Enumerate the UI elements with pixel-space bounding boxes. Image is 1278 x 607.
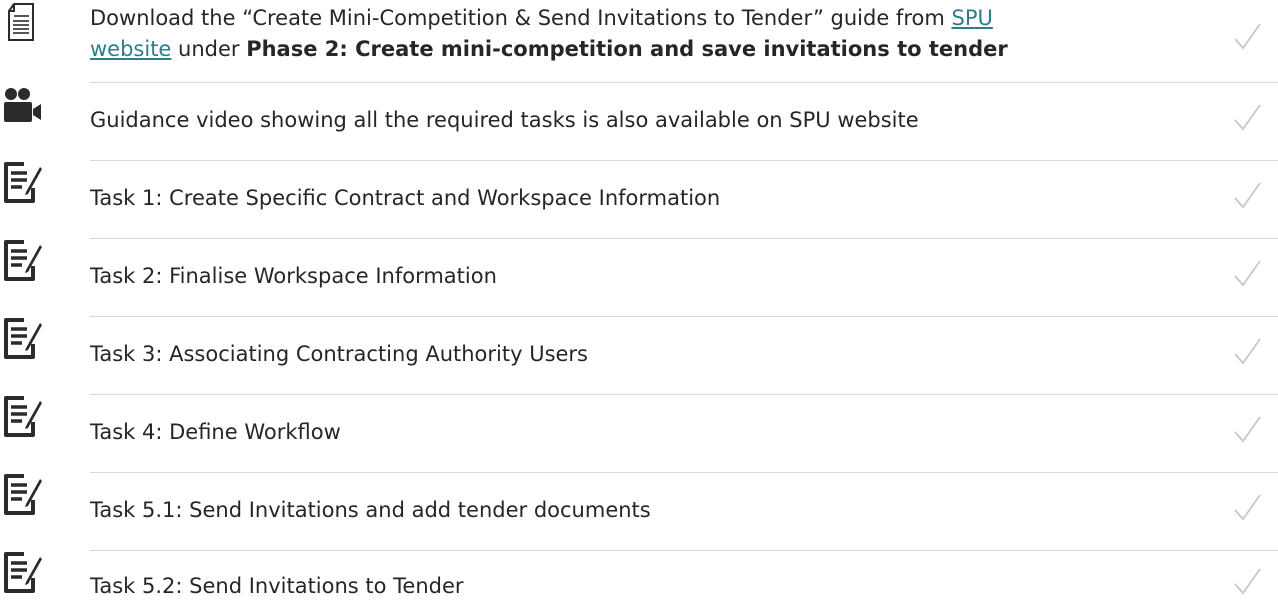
spu-website-link-cont[interactable]: website xyxy=(90,37,171,61)
task-text: Task 3: Associating Contracting Authorit… xyxy=(90,342,589,366)
task-row-5-2: Task 5.2: Send Invitations to Tender xyxy=(0,551,1278,607)
edit-document-icon xyxy=(0,161,46,211)
spu-website-link[interactable]: SPU xyxy=(951,6,992,30)
phase-title: Phase 2: Create mini-competition and sav… xyxy=(246,37,1008,61)
checkmark-icon xyxy=(1232,493,1262,527)
task-text: Download the “Create Mini-Competition & … xyxy=(90,3,1008,65)
checkmark-icon xyxy=(1232,415,1262,449)
task-text: Task 5.2: Send Invitations to Tender xyxy=(90,574,464,598)
edit-document-icon xyxy=(0,551,46,601)
checkmark-icon xyxy=(1232,22,1262,56)
task-row-2: Task 2: Finalise Workspace Information xyxy=(0,239,1278,316)
task-row-3: Task 3: Associating Contracting Authorit… xyxy=(0,317,1278,394)
task-row-guidance-video: Guidance video showing all the required … xyxy=(0,83,1278,160)
task-text-intro: Download the “Create Mini-Competition & … xyxy=(90,6,952,30)
task-row-5-1: Task 5.1: Send Invitations and add tende… xyxy=(0,473,1278,550)
task-text: Task 2: Finalise Workspace Information xyxy=(90,264,497,288)
video-camera-icon xyxy=(2,85,42,129)
task-text-under: under xyxy=(171,37,247,61)
task-row-4: Task 4: Define Workflow xyxy=(0,395,1278,472)
checkmark-icon xyxy=(1232,259,1262,293)
checkmark-icon xyxy=(1232,103,1262,137)
document-icon xyxy=(6,2,36,46)
task-text: Task 1: Create Specific Contract and Wor… xyxy=(90,186,721,210)
edit-document-icon xyxy=(0,473,46,523)
edit-document-icon xyxy=(0,317,46,367)
edit-document-icon xyxy=(0,239,46,289)
task-row-1: Task 1: Create Specific Contract and Wor… xyxy=(0,161,1278,238)
checkmark-icon xyxy=(1232,181,1262,215)
edit-document-icon xyxy=(0,395,46,445)
task-text: Task 4: Define Workflow xyxy=(90,420,341,444)
task-row-download-guide: Download the “Create Mini-Competition & … xyxy=(0,0,1278,82)
checkmark-icon xyxy=(1232,567,1262,601)
checkmark-icon xyxy=(1232,337,1262,371)
task-text: Guidance video showing all the required … xyxy=(90,108,919,132)
task-text: Task 5.1: Send Invitations and add tende… xyxy=(90,498,651,522)
